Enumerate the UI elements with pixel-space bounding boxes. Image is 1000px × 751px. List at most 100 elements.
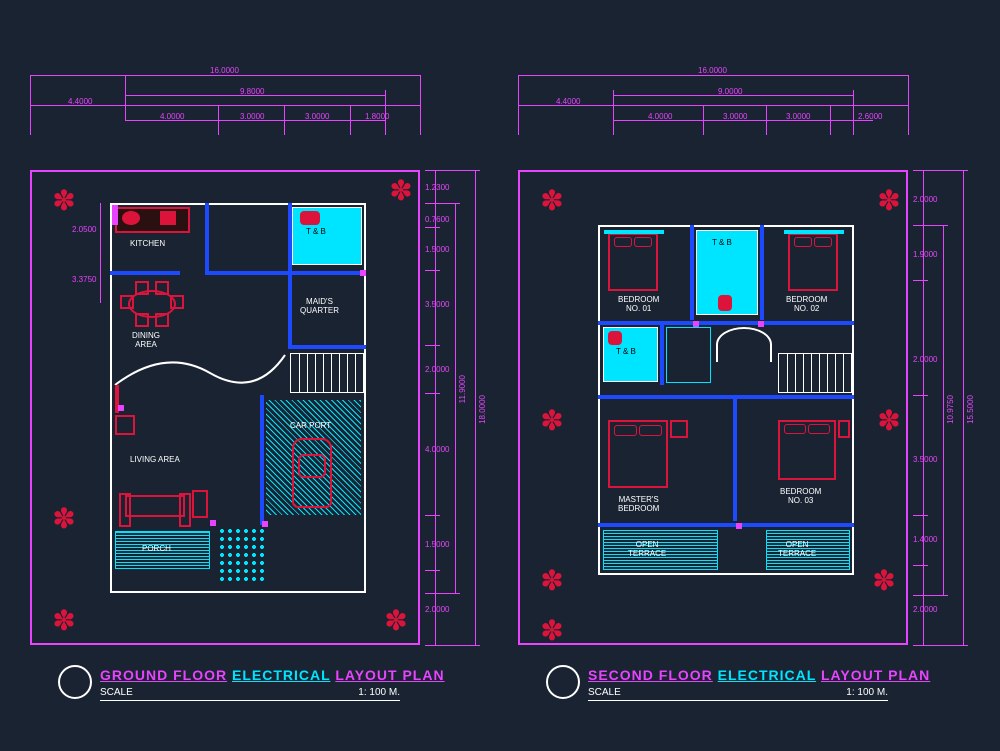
dim-tick <box>830 105 831 135</box>
dim-rd: 3.5000 <box>425 300 449 309</box>
living-label: LIVING AREA <box>130 455 180 464</box>
dim-tick <box>350 105 351 135</box>
bedroom3-label: BEDROOM NO. 03 <box>780 487 821 505</box>
dim-re: 2.0000 <box>425 365 449 374</box>
tb2-label: T & B <box>616 347 636 356</box>
dim-line <box>455 203 456 593</box>
tb1-label: T & B <box>712 238 732 247</box>
wall <box>598 395 854 399</box>
dim-line <box>30 75 420 76</box>
bed <box>608 233 658 291</box>
dim-tick <box>425 393 440 394</box>
elec-box <box>693 321 699 327</box>
dim-tick <box>913 595 948 596</box>
kitchen-label: KITCHEN <box>130 239 165 248</box>
dim-tick <box>913 515 928 516</box>
wall <box>598 523 854 527</box>
dim-tick <box>703 105 704 135</box>
dim-tick <box>613 90 614 135</box>
dim-line <box>963 170 964 645</box>
dim-overall-h: 15.5000 <box>966 395 975 424</box>
chair <box>135 313 149 327</box>
elec-box <box>758 321 764 327</box>
flower-icon: ✽ <box>536 565 568 597</box>
nightstand <box>838 420 850 438</box>
dim-tick <box>425 227 440 228</box>
wall <box>205 271 365 275</box>
dim-line <box>518 75 908 76</box>
elec-box <box>118 405 124 411</box>
dim-b: 4.0000 <box>648 112 672 121</box>
dim-tick <box>913 645 968 646</box>
dim-total-width: 16.0000 <box>698 66 727 75</box>
bed <box>778 420 836 480</box>
dim-tick <box>420 75 421 135</box>
dim-tick <box>284 105 285 135</box>
scale-value: 1: 100 M. <box>846 687 888 698</box>
scale-label: SCALE <box>100 687 133 698</box>
tb-label: T & B <box>306 227 326 236</box>
flower-icon: ✽ <box>385 175 417 207</box>
dim-b: 4.0000 <box>160 112 184 121</box>
armchair <box>192 490 208 518</box>
wall <box>260 395 264 525</box>
dim-re: 1.4000 <box>913 535 937 544</box>
dim-line <box>923 170 924 645</box>
wall <box>110 271 180 275</box>
dim-tick <box>913 565 928 566</box>
dim-tick <box>425 203 460 204</box>
dim-a: 4.4000 <box>68 97 92 106</box>
dim-rc: 2.0000 <box>913 355 937 364</box>
flower-icon: ✽ <box>873 185 905 217</box>
maid-label: MAID'S QUARTER <box>300 297 339 315</box>
flower-icon: ✽ <box>48 185 80 217</box>
dim-ra: 1.2300 <box>425 183 449 192</box>
bedroom1-label: BEDROOM NO. 01 <box>618 295 659 313</box>
flower-icon: ✽ <box>380 605 412 637</box>
dim-tick <box>30 75 31 135</box>
wall <box>660 325 664 385</box>
wall <box>760 225 764 320</box>
dim-d: 3.0000 <box>305 112 329 121</box>
dim-tick <box>913 395 928 396</box>
dim-tick <box>218 105 219 135</box>
scale-label: SCALE <box>588 687 621 698</box>
dim-sub-h: 11.9000 <box>458 375 467 403</box>
dim-tick <box>425 645 480 646</box>
title-main: GROUND FLOOR ELECTRICAL LAYOUT PLAN <box>100 667 445 683</box>
dim-sub: 9.8000 <box>240 87 264 96</box>
arch <box>716 327 772 362</box>
stove-icon <box>122 211 140 225</box>
headboard <box>604 230 664 234</box>
dim-tick <box>913 225 948 226</box>
bedroom2-label: BEDROOM NO. 02 <box>786 295 827 313</box>
dim-total-width: 16.0000 <box>210 66 239 75</box>
dim-rc: 1.5000 <box>425 245 449 254</box>
dim-tick <box>425 593 460 594</box>
closet <box>666 327 711 383</box>
toilet-icon <box>608 331 622 345</box>
carport-label: CAR PORT <box>290 421 331 430</box>
elec-box <box>210 520 216 526</box>
dim-sub-h: 10.9750 <box>946 395 955 424</box>
stairs <box>778 353 852 393</box>
dim-rd: 3.5000 <box>913 455 937 464</box>
toilet-icon <box>718 295 732 311</box>
nightstand <box>670 420 688 438</box>
flower-icon: ✽ <box>873 405 905 437</box>
dim-sub: 9.0000 <box>718 87 742 96</box>
stairs <box>290 353 364 393</box>
dim-ra: 2.0000 <box>913 195 937 204</box>
title-marker-icon <box>58 665 92 699</box>
dim-line <box>943 225 944 595</box>
car-icon <box>292 438 332 508</box>
dim-a: 4.4000 <box>556 97 580 106</box>
wall <box>205 203 209 273</box>
dim-tick <box>853 90 854 135</box>
title-part-3: LAYOUT PLAN <box>821 667 930 683</box>
side-table <box>115 415 135 435</box>
dim-rf: 4.0000 <box>425 445 449 454</box>
title-part-2: ELECTRICAL <box>718 667 816 683</box>
dim-overall-h: 18.0000 <box>478 395 487 424</box>
flower-icon: ✽ <box>536 185 568 217</box>
